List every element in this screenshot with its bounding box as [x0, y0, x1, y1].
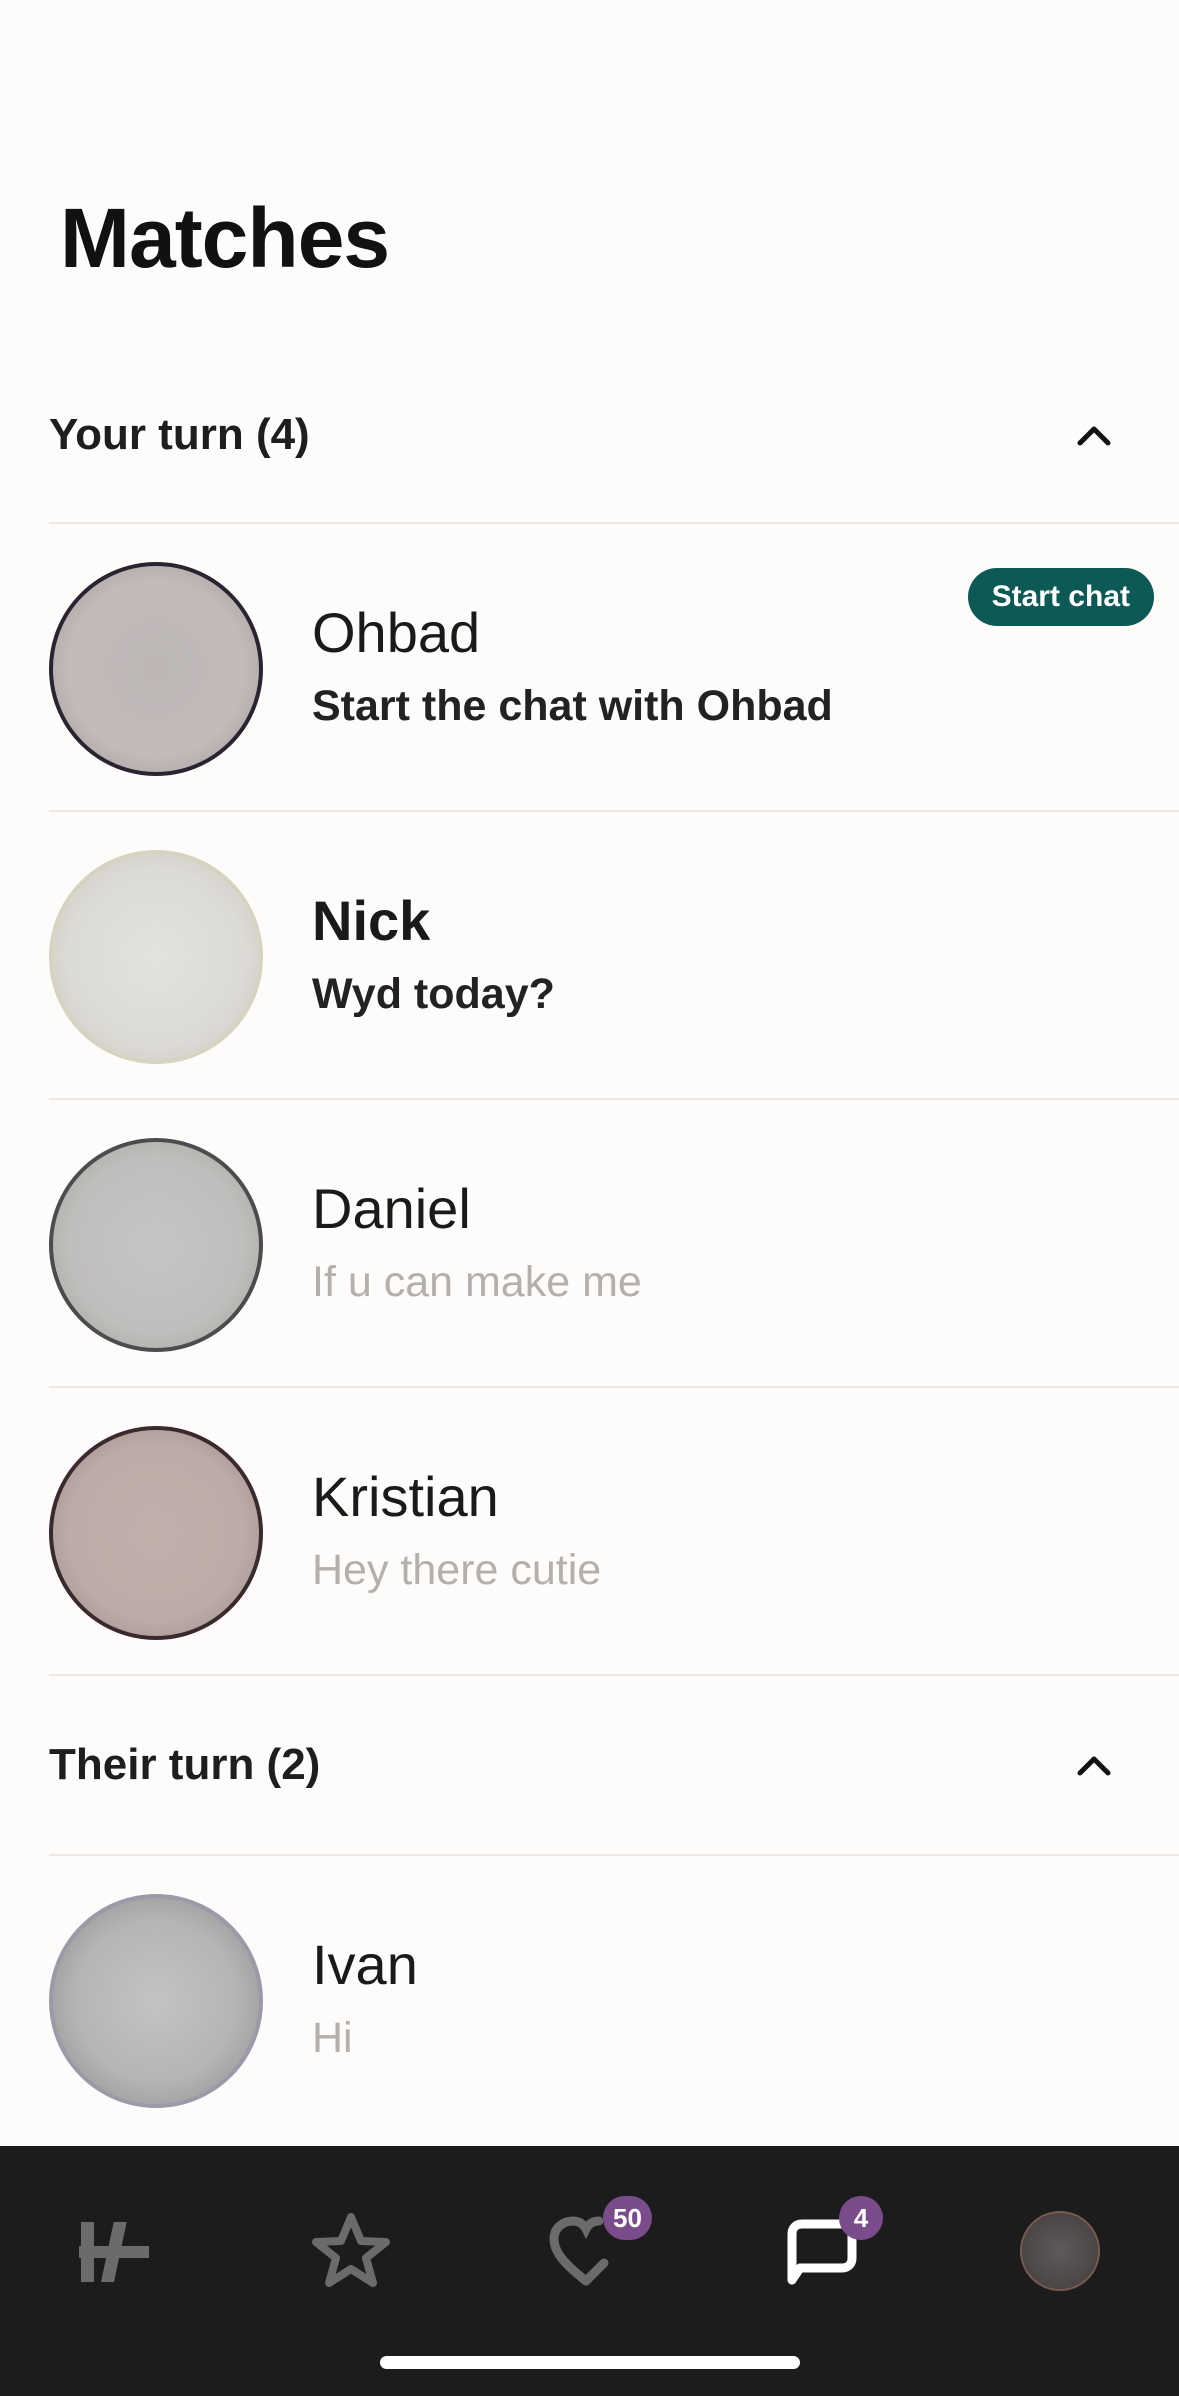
match-preview: Start the chat with Ohbad	[312, 682, 833, 730]
match-preview: If u can make me	[312, 1258, 642, 1306]
match-preview: Hey there cutie	[312, 1546, 602, 1594]
match-name: Daniel	[312, 1177, 471, 1240]
page-title: Matches	[60, 191, 390, 285]
match-name: Ivan	[312, 1933, 418, 1996]
avatar	[49, 1138, 263, 1352]
match-row-kristian[interactable]: Kristian Hey there cutie	[0, 1388, 1179, 1674]
home-indicator	[380, 2356, 800, 2369]
chevron-up-icon[interactable]	[1049, 1720, 1139, 1810]
match-row-nick[interactable]: Nick Wyd today?	[0, 812, 1179, 1098]
section-header-their-turn[interactable]: Their turn (2)	[49, 1720, 1179, 1810]
tab-standouts[interactable]	[286, 2186, 416, 2316]
profile-avatar	[1020, 2211, 1100, 2291]
section-header-your-turn[interactable]: Your turn (4)	[49, 390, 1179, 480]
divider	[49, 1674, 1179, 1676]
hinge-logo-icon	[79, 2222, 149, 2282]
match-row-ivan[interactable]: Ivan Hi	[0, 1856, 1179, 2142]
tab-matches[interactable]: 4	[757, 2186, 887, 2316]
tab-profile[interactable]	[995, 2186, 1125, 2316]
tab-likes[interactable]: 50	[521, 2186, 652, 2316]
likes-count-badge: 50	[603, 2196, 652, 2240]
match-name: Nick	[312, 889, 431, 952]
start-chat-button[interactable]: Start chat	[967, 568, 1154, 626]
section-title: Your turn (4)	[49, 410, 310, 459]
star-icon	[312, 2213, 390, 2287]
match-row-daniel[interactable]: Daniel If u can make me	[0, 1100, 1179, 1386]
match-row-ohbad[interactable]: Ohbad Start the chat with Ohbad Start ch…	[0, 524, 1179, 810]
matches-count-badge: 4	[839, 2196, 883, 2240]
avatar	[49, 1426, 263, 1640]
avatar	[49, 562, 263, 776]
avatar	[49, 1894, 263, 2108]
match-name: Kristian	[312, 1465, 499, 1528]
avatar	[49, 850, 263, 1064]
chevron-up-icon[interactable]	[1049, 390, 1139, 480]
match-preview: Hi	[312, 2014, 353, 2062]
section-title: Their turn (2)	[49, 1740, 321, 1789]
match-name: Ohbad	[312, 601, 481, 664]
tab-discover[interactable]	[50, 2186, 180, 2316]
match-preview: Wyd today?	[312, 970, 555, 1018]
